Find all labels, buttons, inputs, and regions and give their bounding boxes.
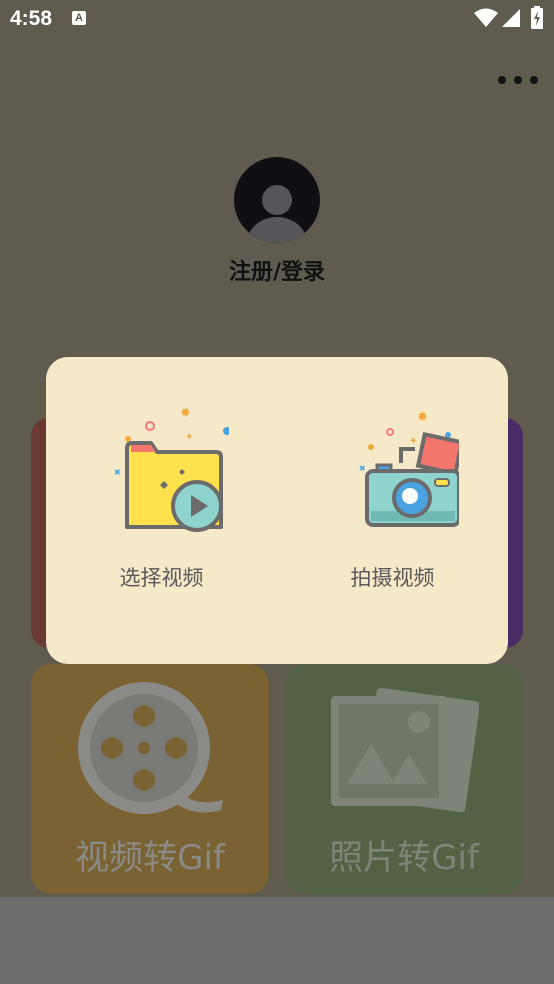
tile-label: 视频转Gif — [75, 838, 225, 878]
user-silhouette-icon — [247, 185, 307, 243]
signal-icon — [502, 9, 520, 27]
film-reel-icon — [78, 682, 223, 814]
status-time: 4:58 — [10, 7, 53, 30]
more-options-button[interactable] — [498, 72, 538, 88]
dot — [498, 76, 506, 84]
svg-text:✦: ✦ — [185, 432, 193, 443]
status-bar: 4:58 A — [0, 0, 554, 38]
dot — [530, 76, 538, 84]
bottom-bar — [0, 897, 554, 984]
photo-stack-icon — [331, 687, 479, 813]
source-picker-dialog: ✹ ✦ ✖ 选择视频 ✹ ✦ ✖ 拍摄视频 — [46, 357, 508, 664]
svg-text:✖: ✖ — [114, 468, 121, 477]
option-label: 拍摄视频 — [350, 566, 435, 590]
camera-icon: ✹ ✦ ✖ — [359, 410, 459, 527]
photo-to-gif-tile[interactable]: 照片转Gif — [285, 664, 523, 894]
login-register-link[interactable]: 注册/登录 — [0, 254, 554, 286]
svg-text:✖: ✖ — [359, 464, 366, 473]
battery-icon — [531, 6, 543, 29]
select-video-option[interactable]: ✹ ✦ ✖ 选择视频 — [46, 357, 277, 664]
svg-text:✦: ✦ — [409, 436, 417, 447]
tile-label: 照片转Gif — [329, 838, 479, 878]
notification-icon: A — [72, 11, 86, 25]
svg-text:✹: ✹ — [417, 410, 428, 425]
video-folder-icon: ✹ ✦ ✖ — [114, 406, 229, 532]
wifi-icon — [474, 8, 498, 27]
svg-text:✹: ✹ — [180, 406, 191, 421]
video-to-gif-tile[interactable]: 视频转Gif — [31, 664, 269, 894]
avatar[interactable] — [234, 157, 320, 243]
dot — [514, 76, 522, 84]
record-video-option[interactable]: ✹ ✦ ✖ 拍摄视频 — [277, 357, 508, 664]
option-label: 选择视频 — [119, 566, 204, 590]
